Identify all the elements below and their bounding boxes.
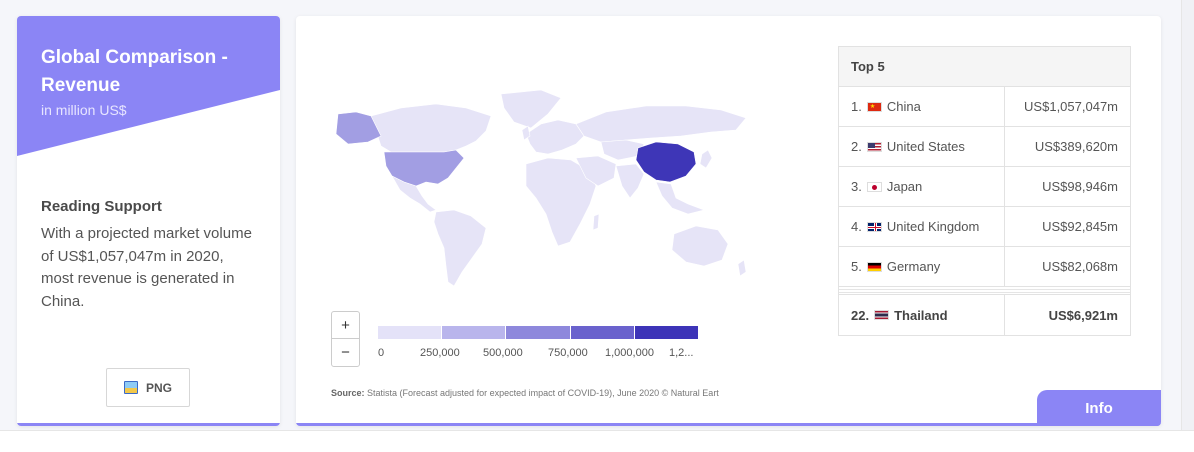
page-subtitle: in million US$	[41, 102, 127, 118]
row-country: United States	[886, 139, 965, 154]
map-card: + − 0 250,000 500,000 750,000 1,000,000 …	[296, 16, 1161, 426]
row-country: Germany	[886, 259, 941, 274]
legend-label: 1,000,000	[605, 347, 654, 359]
germany-flag-icon	[866, 261, 882, 272]
table-header: Top 5	[839, 47, 1130, 87]
australia-region	[671, 225, 729, 267]
zoom-controls: + −	[331, 311, 360, 367]
new-zealand-region	[737, 259, 747, 277]
zoom-in-button[interactable]: +	[332, 312, 359, 339]
japan-flag-icon	[866, 181, 882, 192]
table-row: 3. Japan US$98,946m	[839, 167, 1130, 207]
uk-flag-icon	[866, 221, 882, 232]
row-rank: 22.	[851, 307, 870, 323]
thailand-flag-icon	[874, 310, 890, 320]
source-note: Source: Statista (Forecast adjusted for …	[331, 388, 719, 398]
canada-region	[370, 103, 492, 153]
row-country: Japan	[886, 179, 923, 194]
table-row: 4. United Kingdom US$92,845m	[839, 207, 1130, 247]
legend-segment-4	[570, 326, 635, 339]
india-region	[615, 163, 645, 199]
row-rank: 3.	[851, 179, 862, 194]
row-value: US$6,921m	[1048, 307, 1118, 323]
madagascar-region	[592, 213, 600, 231]
zoom-out-button[interactable]: −	[332, 339, 359, 366]
scrollbar[interactable]	[1181, 0, 1194, 430]
reading-support-card: Global Comparison - Revenue in million U…	[17, 16, 280, 426]
legend-label: 500,000	[483, 347, 523, 359]
japan-region	[699, 149, 713, 169]
row-name-cell: 1. ★ China	[839, 87, 1005, 126]
row-name-cell: 2. United States	[839, 127, 1005, 166]
legend-label: 1,2...	[669, 347, 694, 359]
image-icon	[123, 381, 138, 394]
china-flag-icon: ★	[866, 101, 882, 112]
usa-flag-icon	[866, 141, 882, 152]
row-value: US$98,946m	[1042, 179, 1118, 194]
row-value: US$389,620m	[1034, 139, 1118, 154]
row-rank: 4.	[851, 219, 862, 234]
legend-label: 250,000	[420, 347, 460, 359]
row-country: China	[886, 99, 921, 114]
row-name-cell: 22. Thailand	[839, 295, 1005, 335]
row-rank: 1.	[851, 99, 862, 114]
legend-labels: 0 250,000 500,000 750,000 1,000,000 1,2.…	[378, 347, 718, 361]
table-row: 1. ★ China US$1,057,047m	[839, 87, 1130, 127]
south-america-region	[433, 209, 487, 287]
reading-support-text: With a projected market volume of US$1,0…	[41, 225, 252, 310]
color-legend	[378, 326, 699, 339]
russia-region	[575, 105, 747, 143]
highlight-row: 22. Thailand US$6,921m	[839, 295, 1130, 335]
row-value: US$1,057,047m	[1024, 99, 1118, 114]
world-map[interactable]	[326, 86, 766, 296]
legend-segment-3	[506, 326, 571, 339]
page-title: Global Comparison - Revenue	[41, 47, 228, 96]
row-country: Thailand	[894, 307, 948, 323]
source-text: Statista (Forecast adjusted for expected…	[364, 388, 719, 398]
top5-table: Top 5 1. ★ China US$1,057,047m 2. United…	[838, 46, 1131, 336]
legend-label: 750,000	[548, 347, 588, 359]
table-row: 2. United States US$389,620m	[839, 127, 1130, 167]
reading-support-title: Reading Support	[41, 198, 162, 215]
china-region	[635, 141, 697, 183]
png-download-button[interactable]: PNG	[106, 368, 190, 407]
source-label: Source:	[331, 388, 365, 398]
southeast-asia-region	[655, 181, 706, 215]
accent-bar	[17, 423, 280, 426]
title-banner: Global Comparison - Revenue in million U…	[17, 16, 280, 176]
row-name-cell: 4. United Kingdom	[839, 207, 1005, 246]
page-footer-strip	[0, 430, 1194, 452]
row-name-cell: 5. Germany	[839, 247, 1005, 286]
legend-label: 0	[378, 347, 385, 359]
accent-bar	[296, 423, 1161, 426]
legend-segment-5	[634, 326, 699, 339]
table-separator	[839, 287, 1130, 295]
row-name-cell: 3. Japan	[839, 167, 1005, 206]
png-button-label: PNG	[145, 380, 172, 395]
row-rank: 5.	[851, 259, 862, 274]
row-value: US$82,068m	[1042, 259, 1118, 274]
row-country: United Kingdom	[886, 219, 980, 234]
legend-segment-1	[378, 326, 443, 339]
row-value: US$92,845m	[1042, 219, 1118, 234]
table-row: 5. Germany US$82,068m	[839, 247, 1130, 287]
row-rank: 2.	[851, 139, 862, 154]
info-button[interactable]: Info	[1037, 390, 1161, 426]
legend-segment-2	[442, 326, 507, 339]
